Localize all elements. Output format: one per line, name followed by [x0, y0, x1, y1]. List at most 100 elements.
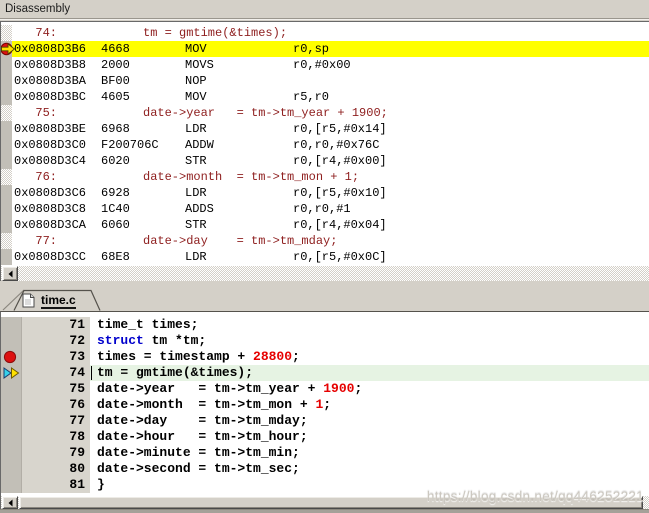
disasm-instruction-row[interactable]: 0x0808D3CA 6060 STR r0,[r4,#0x04]	[1, 217, 649, 233]
code-line[interactable]: date->month = tm->tm_mon + 1;	[90, 397, 649, 413]
code-line[interactable]: date->minute = tm->tm_min;	[90, 445, 649, 461]
line-number: 72	[22, 333, 90, 349]
instruction-mnemonic: MOV	[185, 90, 207, 104]
code-token: ;	[354, 381, 363, 396]
breakpoint-margin[interactable]	[1, 397, 22, 413]
editor-row[interactable]: 80 date->second = tm->tm_sec;	[1, 461, 649, 477]
line-number: 80	[22, 461, 90, 477]
document-icon	[22, 293, 35, 308]
instruction-opcode-bytes: 68E8	[101, 250, 130, 264]
editor-scroll-left-button[interactable]	[2, 496, 18, 509]
disasm-gutter[interactable]	[1, 249, 12, 265]
disasm-gutter[interactable]	[1, 121, 12, 137]
keyword-token: struct	[97, 333, 144, 348]
code-line[interactable]: date->day = tm->tm_mday;	[90, 413, 649, 429]
code-line[interactable]: date->year = tm->tm_year + 1900;	[90, 381, 649, 397]
disasm-gutter[interactable]	[1, 105, 12, 121]
code-token: date->day = tm->tm_mday;	[97, 413, 308, 428]
disasm-gutter[interactable]	[1, 217, 12, 233]
disasm-row-text: 0x0808D3B8 2000 MOVS r0,#0x00	[12, 57, 649, 73]
line-number: 76	[22, 397, 90, 413]
instruction-mnemonic: MOVS	[185, 58, 214, 72]
disasm-instruction-row[interactable]: 0x0808D3BE 6968 LDR r0,[r5,#0x14]	[1, 121, 649, 137]
editor-row[interactable]: 79 date->minute = tm->tm_min;	[1, 445, 649, 461]
breakpoint-margin[interactable]	[1, 333, 22, 349]
disasm-row-text: 76: date->month = tm->tm_mon + 1;	[12, 169, 649, 185]
disasm-instruction-row[interactable]: 0x0808D3C4 6020 STR r0,[r4,#0x00]	[1, 153, 649, 169]
editor-row[interactable]: 72 struct tm *tm;	[1, 333, 649, 349]
disasm-instruction-row[interactable]: 0x0808D3C6 6928 LDR r0,[r5,#0x10]	[1, 185, 649, 201]
disasm-row-text: 0x0808D3BA BF00 NOP	[12, 73, 649, 89]
breakpoint-margin[interactable]	[1, 381, 22, 397]
code-line[interactable]: struct tm *tm;	[90, 333, 649, 349]
editor-row[interactable]: 74 tm = gmtime(&times);	[1, 365, 649, 381]
breakpoint-margin[interactable]	[1, 317, 22, 333]
code-line[interactable]: times = timestamp + 28800;	[90, 349, 649, 365]
instruction-operands: r0,r0,#1	[293, 202, 351, 216]
disasm-gutter[interactable]	[1, 41, 16, 57]
disasm-row-text: 75: date->year = tm->tm_year + 1900;	[12, 105, 649, 121]
disasm-instruction-row[interactable]: 0x0808D3CC 68E8 LDR r0,[r5,#0x0C]	[1, 249, 649, 265]
disasm-instruction-row[interactable]: 0x0808D3BC 4605 MOV r5,r0	[1, 89, 649, 105]
disasm-gutter[interactable]	[1, 57, 12, 73]
instruction-address: 0x0808D3C6	[14, 186, 87, 200]
instruction-address: 0x0808D3CC	[14, 250, 87, 264]
instruction-opcode-bytes: 4668	[101, 42, 130, 56]
scroll-left-icon	[8, 499, 12, 506]
breakpoint-margin[interactable]	[1, 445, 22, 461]
disasm-source-row[interactable]: 74: tm = gmtime(&times);	[1, 25, 649, 41]
disasm-gutter[interactable]	[1, 25, 12, 41]
disassembly-hscrollbar[interactable]	[0, 266, 649, 281]
disasm-row-text: 0x0808D3BC 4605 MOV r5,r0	[12, 89, 649, 105]
instruction-opcode-bytes: BF00	[101, 74, 130, 88]
instruction-mnemonic: LDR	[185, 122, 207, 136]
instruction-opcode-bytes: 6060	[101, 218, 130, 232]
breakpoint-margin[interactable]	[1, 413, 22, 429]
disasm-gutter[interactable]	[1, 201, 12, 217]
editor-row[interactable]: 75 date->year = tm->tm_year + 1900;	[1, 381, 649, 397]
editor-row[interactable]: 78 date->hour = tm->tm_hour;	[1, 429, 649, 445]
code-line[interactable]: date->second = tm->tm_sec;	[90, 461, 649, 477]
breakpoint-margin[interactable]	[1, 349, 22, 365]
debugger-window: Disassembly 74: tm = gmtime(&times); 0x08…	[0, 0, 649, 513]
code-line[interactable]: tm = gmtime(&times);	[90, 365, 649, 381]
editor-row[interactable]: 73 times = timestamp + 28800;	[1, 349, 649, 365]
disasm-gutter[interactable]	[1, 233, 12, 249]
editor-row[interactable]: 76 date->month = tm->tm_mon + 1;	[1, 397, 649, 413]
editor-row[interactable]: 71 time_t times;	[1, 317, 649, 333]
instruction-operands: r0,[r4,#0x00]	[293, 154, 387, 168]
disasm-source-lineno: 76:	[35, 170, 57, 184]
disasm-source-row[interactable]: 75: date->year = tm->tm_year + 1900;	[1, 105, 649, 121]
breakpoint-icon	[3, 350, 17, 364]
disasm-gutter[interactable]	[1, 89, 12, 105]
disassembly-pane-title[interactable]: Disassembly	[0, 0, 649, 19]
disasm-instruction-row[interactable]: 0x0808D3C0 F200706C ADDW r0,r0,#0x76C	[1, 137, 649, 153]
disassembly-pane[interactable]: 74: tm = gmtime(&times); 0x0808D3B6 4668 MO…	[0, 21, 649, 266]
source-editor-pane[interactable]: 71 time_t times; 72 struct tm *tm; 73 times …	[0, 311, 649, 496]
disasm-gutter[interactable]	[1, 185, 12, 201]
breakpoint-margin[interactable]	[1, 365, 22, 381]
disasm-instruction-row[interactable]: 0x0808D3B6 4668 MOV r0,sp	[1, 41, 649, 57]
disasm-gutter[interactable]	[1, 169, 12, 185]
disasm-instruction-row[interactable]: 0x0808D3BA BF00 NOP	[1, 73, 649, 89]
disasm-source-row[interactable]: 77: date->day = tm->tm_mday;	[1, 233, 649, 249]
disasm-instruction-row[interactable]: 0x0808D3C8 1C40 ADDS r0,r0,#1	[1, 201, 649, 217]
disassembly-scroll-track[interactable]	[1, 266, 649, 281]
tab-time-c[interactable]: time.c	[22, 290, 98, 311]
breakpoint-margin[interactable]	[1, 461, 22, 477]
breakpoint-margin[interactable]	[1, 477, 22, 493]
disasm-gutter[interactable]	[1, 137, 12, 153]
editor-row[interactable]: 77 date->day = tm->tm_mday;	[1, 413, 649, 429]
instruction-opcode-bytes: 4605	[101, 90, 130, 104]
instruction-mnemonic: ADDW	[185, 138, 214, 152]
instruction-address: 0x0808D3BC	[14, 90, 87, 104]
breakpoint-margin[interactable]	[1, 429, 22, 445]
disassembly-scroll-left-button[interactable]	[2, 266, 18, 281]
code-line[interactable]: date->hour = tm->tm_hour;	[90, 429, 649, 445]
disasm-gutter[interactable]	[1, 73, 12, 89]
watermark: https://blog.csdn.net/qq446252221	[426, 489, 644, 504]
disasm-gutter[interactable]	[1, 153, 12, 169]
code-line[interactable]: time_t times;	[90, 317, 649, 333]
disasm-source-row[interactable]: 76: date->month = tm->tm_mon + 1;	[1, 169, 649, 185]
disasm-instruction-row[interactable]: 0x0808D3B8 2000 MOVS r0,#0x00	[1, 57, 649, 73]
